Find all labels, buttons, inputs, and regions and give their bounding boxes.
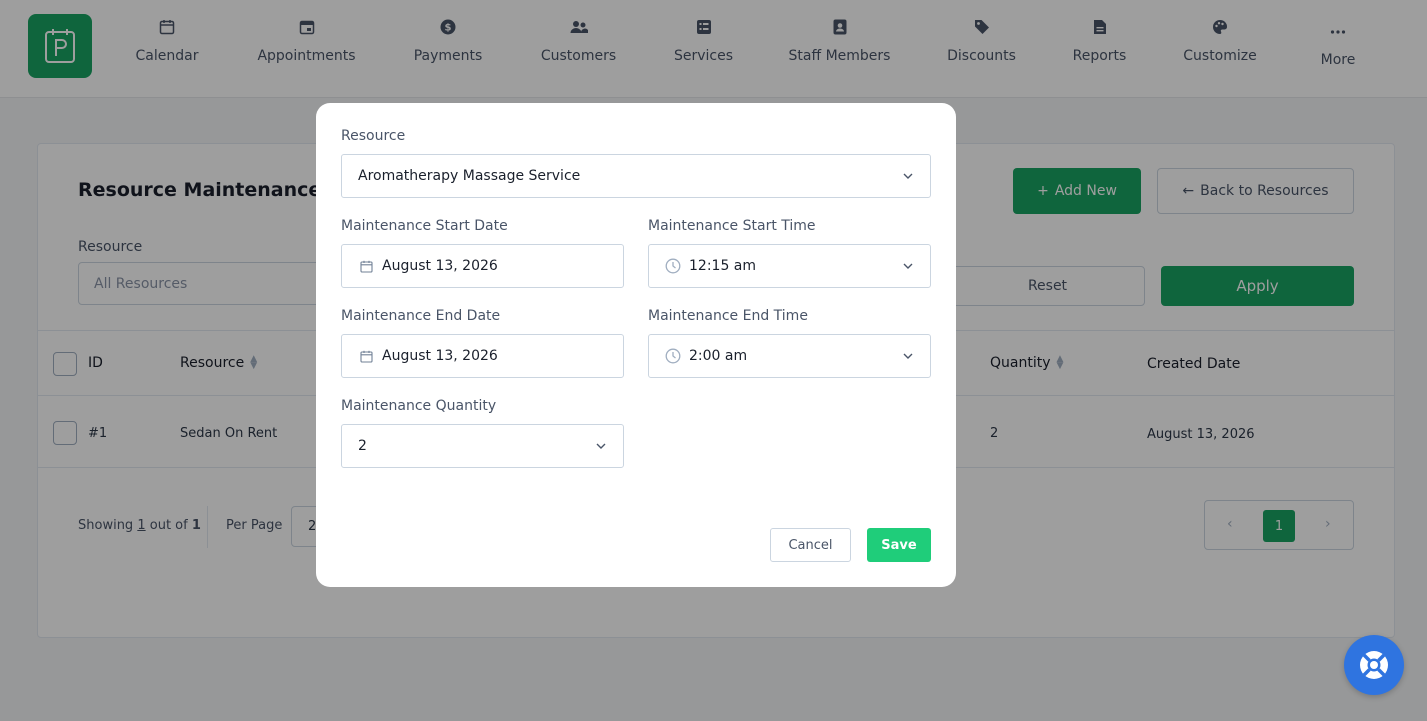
- resource-select[interactable]: Aromatherapy Massage Service: [341, 154, 931, 198]
- resource-value: Aromatherapy Massage Service: [358, 168, 581, 184]
- start-date-value: August 13, 2026: [382, 258, 498, 274]
- chevron-down-icon: [903, 173, 913, 179]
- chevron-down-icon: [903, 353, 913, 359]
- end-date-label: Maintenance End Date: [341, 308, 501, 324]
- end-date-input[interactable]: August 13, 2026: [341, 334, 624, 378]
- lifebuoy-icon: [1360, 651, 1388, 679]
- quantity-select[interactable]: 2: [341, 424, 624, 468]
- start-time-value: 12:15 am: [689, 258, 757, 274]
- quantity-label: Maintenance Quantity: [341, 398, 497, 414]
- quantity-value: 2: [358, 438, 367, 454]
- chevron-down-icon: [903, 263, 913, 269]
- end-time-value: 2:00 am: [689, 348, 748, 364]
- end-date-value: August 13, 2026: [382, 348, 498, 364]
- maintenance-modal: Resource Aromatherapy Massage Service Ma…: [316, 103, 956, 587]
- calendar-icon: [358, 348, 374, 364]
- end-time-label: Maintenance End Time: [648, 308, 808, 324]
- resource-label: Resource: [341, 128, 406, 144]
- chevron-down-icon: [596, 443, 606, 449]
- help-button[interactable]: [1344, 635, 1404, 695]
- start-time-label: Maintenance Start Time: [648, 218, 816, 234]
- start-date-label: Maintenance Start Date: [341, 218, 508, 234]
- clock-icon: [665, 348, 681, 364]
- end-time-select[interactable]: 2:00 am: [648, 334, 931, 378]
- start-time-select[interactable]: 12:15 am: [648, 244, 931, 288]
- clock-icon: [665, 258, 681, 274]
- save-button[interactable]: Save: [867, 528, 931, 562]
- start-date-input[interactable]: August 13, 2026: [341, 244, 624, 288]
- cancel-button[interactable]: Cancel: [770, 528, 851, 562]
- calendar-icon: [358, 258, 374, 274]
